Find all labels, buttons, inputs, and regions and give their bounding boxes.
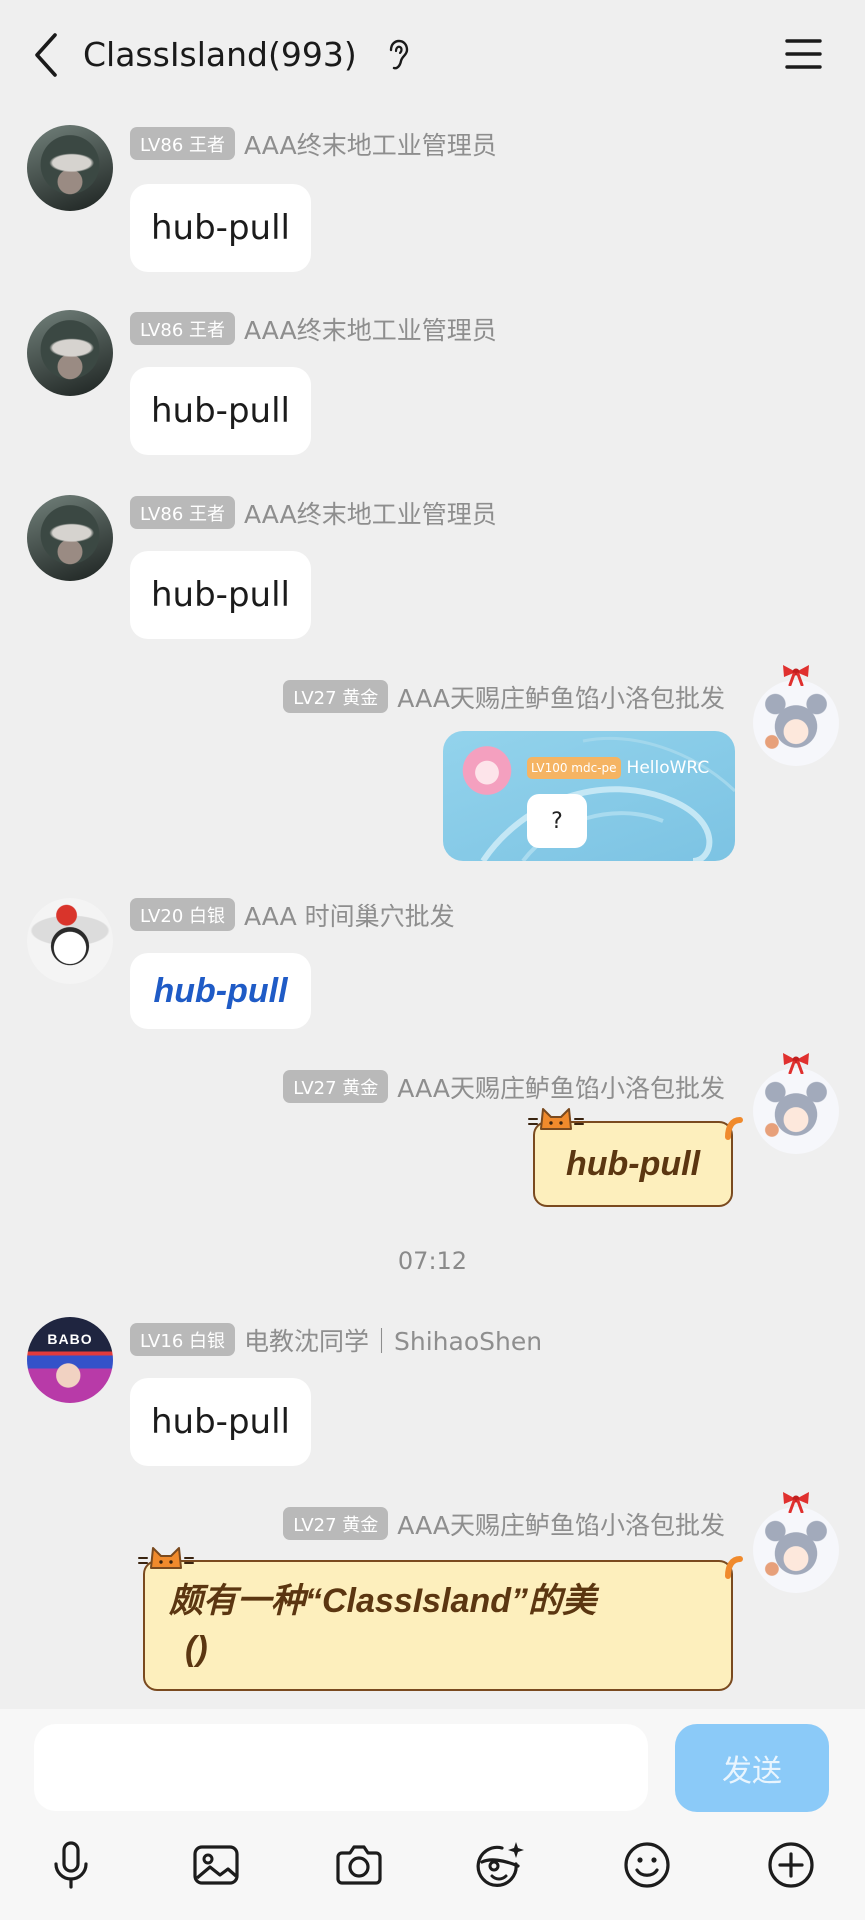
gallery-button[interactable] [189,1838,243,1892]
group-title: ClassIsland(993) [83,35,357,74]
sender-avatar[interactable]: BABO [27,1317,113,1403]
quoted-meta: LV100 mdc-pe HelloWRC [527,757,709,779]
camera-button[interactable] [332,1838,386,1892]
message-text: hub-pull [151,575,290,615]
message-bubble[interactable]: hub-pull [130,953,311,1029]
sender-name: AAA天赐庄鲈鱼馅小洛包批发 [397,1073,725,1103]
sender-name: AAA终末地工业管理员 [244,315,497,345]
chevron-left-icon [35,33,57,77]
sender-meta: LV20 白银 AAA 时间巢穴批发 [130,898,455,931]
avatar-cap-text: BABO [47,1331,93,1347]
message-text: hub-pull [151,208,290,248]
ear-icon [389,39,409,70]
message-timestamp: 07:12 [397,1247,468,1275]
message-input[interactable] [34,1724,648,1811]
self-avatar[interactable] [753,1507,839,1593]
sender-avatar[interactable] [27,125,113,211]
message-bubble[interactable]: hub-pull [130,184,311,272]
composer-bar: 发送 [0,1709,865,1920]
face-sparkle-icon [476,1842,524,1887]
sender-name: AAA终末地工业管理员 [244,130,497,160]
message-text: hub-pull [565,1144,701,1183]
message-row: LV20 白银 AAA 时间巢穴批发 hub-pull [0,898,865,1029]
sender-name: 电教沈同学｜ShihaoShen [244,1326,543,1356]
send-button[interactable]: 发送 [675,1724,829,1812]
message-row: LV27 黄金 AAA天赐庄鲈鱼馅小洛包批发 颇有一种“ClassIsland”… [0,1492,865,1691]
sender-meta: LV86 王者 AAA终末地工业管理员 [130,496,497,529]
bow-icon [783,1053,809,1074]
message-row: LV27 黄金 AAA天赐庄鲈鱼馅小洛包批发 hub-pull [0,1053,865,1207]
cat-tail-icon [725,1556,743,1579]
message-text: hub-pull [151,1402,290,1442]
level-badge: LV27 黄金 [283,1507,389,1540]
voice-button[interactable] [44,1838,98,1892]
plus-circle-icon [768,1842,814,1888]
message-bubble[interactable]: 颇有一种“ClassIsland”的美 () [138,1547,743,1691]
emoji-button[interactable] [620,1838,674,1892]
chat-screen: ClassIsland(993) LV86 王者 AAA终末地工业管理员 hub… [0,0,865,1920]
quoted-avatar [455,739,519,809]
message-row: BABO LV16 白银 电教沈同学｜ShihaoShen hub-pull [0,1317,865,1466]
level-badge: LV86 王者 [130,127,235,160]
message-row: LV86 王者 AAA终末地工业管理员 hub-pull [0,495,865,639]
level-badge: LV16 白银 [130,1323,235,1356]
sender-meta: LV16 白银 电教沈同学｜ShihaoShen [130,1323,542,1356]
self-avatar[interactable] [753,1068,839,1154]
hamburger-menu-icon [784,39,822,69]
sender-meta: LV86 王者 AAA终末地工业管理员 [130,127,497,160]
message-row: LV86 王者 AAA终末地工业管理员 hub-pull [0,125,865,272]
message-bubble[interactable]: hub-pull [130,367,311,455]
sender-meta: LV86 王者 AAA终末地工业管理员 [130,312,497,345]
message-text-line: () [185,1630,208,1668]
sender-avatar[interactable] [27,898,113,984]
more-button[interactable] [764,1838,818,1892]
cat-tail-icon [725,1117,743,1140]
message-text-line: 颇有一种“ClassIsland”的美 [169,1582,596,1620]
bow-icon [783,665,809,686]
message-row: LV27 黄金 AAA天赐庄鲈鱼馅小洛包批发 LV100 mdc-pe Hell… [0,665,865,861]
level-badge: LV27 黄金 [283,1070,389,1103]
message-bubble[interactable]: hub-pull [130,1378,311,1466]
sender-name: AAA 时间巢穴批发 [244,901,455,931]
message-row: LV86 王者 AAA终末地工业管理员 hub-pull [0,310,865,455]
chat-header: ClassIsland(993) [0,0,865,110]
quoted-text: ? [551,808,563,834]
cat-icon [138,1547,194,1569]
message-text: hub-pull [153,971,288,1010]
message-bubble[interactable]: hub-pull [130,551,311,639]
sender-name: AAA天赐庄鲈鱼馅小洛包批发 [397,683,725,713]
sender-avatar[interactable] [27,310,113,396]
menu-button[interactable] [780,33,826,75]
bow-icon [783,1492,809,1513]
sender-meta: LV27 黄金 AAA天赐庄鲈鱼馅小洛包批发 [283,1507,725,1540]
self-avatar[interactable] [753,680,839,766]
message-bubble[interactable]: hub-pull [528,1108,743,1207]
sticker-button[interactable] [474,1838,528,1892]
camera-icon [336,1845,382,1885]
quoted-bubble: ? [527,794,587,848]
sender-name: AAA天赐庄鲈鱼馅小洛包批发 [397,1510,725,1540]
quoted-level-badge: LV100 mdc-pe [527,757,621,779]
back-button[interactable] [24,28,68,82]
sender-meta: LV27 黄金 AAA天赐庄鲈鱼馅小洛包批发 [283,680,725,713]
level-badge: LV86 王者 [130,496,235,529]
image-message[interactable]: LV100 mdc-pe HelloWRC ? [443,731,735,861]
microphone-icon [54,1841,88,1889]
sender-meta: LV27 黄金 AAA天赐庄鲈鱼馅小洛包批发 [283,1070,725,1103]
smile-icon [624,1842,670,1888]
level-badge: LV86 王者 [130,312,235,345]
sender-name: AAA终末地工业管理员 [244,499,497,529]
quoted-sender-name: HelloWRC [626,758,710,778]
level-badge: LV27 黄金 [283,680,389,713]
sender-avatar[interactable] [27,495,113,581]
level-badge: LV20 白银 [130,898,235,931]
message-text: hub-pull [151,391,290,431]
cat-icon [528,1108,584,1130]
image-icon [193,1845,239,1885]
